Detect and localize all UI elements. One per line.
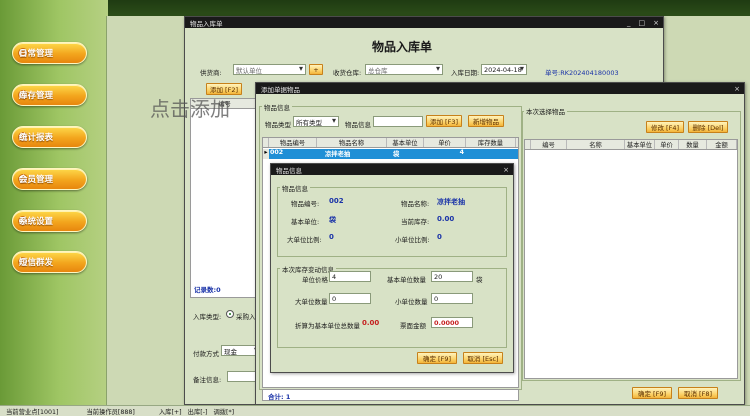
add-to-list-button[interactable]: 添加 [F3] xyxy=(426,115,462,127)
warehouse-select[interactable]: 总仓库 xyxy=(365,64,443,75)
amount-label: 票面金额 xyxy=(400,322,426,330)
status-adjust: 调拨[*] xyxy=(213,408,235,416)
supplier-label: 供货商: xyxy=(200,69,222,77)
item-total-bar xyxy=(262,389,519,401)
code-value: 002 xyxy=(329,197,344,205)
base-unit-suffix: 袋 xyxy=(476,276,483,284)
supplier-select[interactable]: 默认单位 xyxy=(233,64,306,75)
sidebar-item-inventory[interactable]: 库存管理 xyxy=(12,84,87,106)
record-count: 记录数:0 xyxy=(194,286,221,294)
dialog-cancel-button[interactable]: 取消 [Esc] xyxy=(463,352,503,364)
total-base-label: 折算为基本单位总数量 xyxy=(295,322,360,330)
price-input[interactable]: 4 xyxy=(329,271,371,282)
small-qty-input[interactable]: 0 xyxy=(431,293,473,304)
minimize-icon[interactable]: _ xyxy=(627,19,631,27)
sidebar-item-settings[interactable]: 系统设置 xyxy=(12,210,87,232)
maximize-icon[interactable]: □ xyxy=(639,19,646,27)
stock-in-grid[interactable]: 编号 xyxy=(190,98,260,298)
stock-label: 当前库存: xyxy=(401,218,430,226)
col-sel-name: 名称 xyxy=(567,140,625,149)
total-count: 合计: 1 xyxy=(268,393,291,401)
code-label: 物品编号: xyxy=(291,200,320,208)
warehouse-label: 收货仓库: xyxy=(333,69,362,77)
close-icon[interactable]: × xyxy=(734,85,740,93)
name-value: 凉拌老抽 xyxy=(437,198,465,206)
selected-items-grid[interactable]: 编号 名称 基本单位 单价 数量 金额 xyxy=(524,139,738,379)
radio-dot-icon xyxy=(229,313,231,315)
col-item-name: 物品名称 xyxy=(317,138,387,147)
stock-value: 0.00 xyxy=(437,215,455,223)
remark-label: 备注信息: xyxy=(193,376,222,384)
dialog-confirm-button[interactable]: 确定 [F9] xyxy=(417,352,457,364)
date-picker[interactable]: 2024-04-18 xyxy=(481,64,527,75)
big-qty-label: 大单位数量 xyxy=(295,298,328,306)
confirm-button[interactable]: 确定 [F9] xyxy=(632,387,672,399)
col-sel-code: 编号 xyxy=(531,140,567,149)
date-label: 入库日期: xyxy=(451,69,480,77)
supplier-add-button[interactable]: + xyxy=(309,64,323,75)
col-stock: 库存数量 xyxy=(466,138,516,147)
sidebar-item-reports[interactable]: 统计报表 xyxy=(12,126,87,148)
total-base-value: 0.00 xyxy=(362,319,380,327)
amount-input[interactable]: 0.0000 xyxy=(431,317,473,328)
stock-in-titlebar: 物品入库单 _ □ × xyxy=(185,17,663,28)
status-operator: 当前操作员[888] xyxy=(86,408,135,416)
add-item-titlebar: 添加单据物品 × xyxy=(256,83,744,94)
iteminfo-label: 物品信息 xyxy=(345,121,371,129)
status-out: 出库[-] xyxy=(187,408,208,416)
item-info-dialog: 物品信息 × 物品信息 物品编号: 002 物品名称: 凉拌老抽 基本单位: 袋… xyxy=(270,163,514,373)
base-qty-input[interactable]: 20 xyxy=(431,271,473,282)
selected-items-title: 本次选择物品 xyxy=(524,106,567,116)
small-ratio-value: 0 xyxy=(437,233,442,241)
big-ratio-value: 0 xyxy=(329,233,334,241)
close-icon[interactable]: × xyxy=(653,19,659,27)
dialog-change-title: 本次库存变动信息 xyxy=(280,264,336,274)
col-item-code: 物品编号 xyxy=(269,138,317,147)
purchase-radio-label: 采购入 xyxy=(236,313,256,321)
delete-selected-button[interactable]: 删除 [Del] xyxy=(688,121,728,133)
item-dialog-body: 物品信息 物品编号: 002 物品名称: 凉拌老抽 基本单位: 袋 当前库存: … xyxy=(271,175,513,372)
col-sel-unit: 基本单位 xyxy=(625,140,655,149)
col-sel-qty: 数量 xyxy=(679,140,707,149)
big-qty-input[interactable]: 0 xyxy=(329,293,371,304)
col-price: 单价 xyxy=(424,138,466,147)
new-item-button[interactable]: 新增物品 xyxy=(468,115,504,127)
payment-label: 付款方式 xyxy=(193,350,219,358)
status-in: 入库[+] xyxy=(158,408,182,416)
sidebar-item-sms[interactable]: 短信群发 xyxy=(12,251,87,273)
small-ratio-label: 小单位比例: xyxy=(395,236,430,244)
col-sel-amount: 金额 xyxy=(707,140,737,149)
small-qty-label: 小单位数量 xyxy=(395,298,428,306)
item-dialog-titlebar: 物品信息 × xyxy=(271,164,513,175)
dialog-info-title: 物品信息 xyxy=(280,183,310,193)
col-unit: 基本单位 xyxy=(387,138,424,147)
category-select[interactable]: 所有类型 xyxy=(293,116,339,127)
sidebar-item-members[interactable]: 会员管理 xyxy=(12,168,87,190)
click-to-add-hint: 点击添加 xyxy=(150,97,230,121)
price-label: 单位价格 xyxy=(302,276,328,284)
big-ratio-label: 大单位比例: xyxy=(287,236,322,244)
col-sel-price: 单价 xyxy=(655,140,679,149)
order-number: 单号:RK202404180003 xyxy=(545,69,619,77)
iteminfo-input[interactable] xyxy=(373,116,423,127)
name-label: 物品名称: xyxy=(401,200,430,208)
close-icon[interactable]: × xyxy=(503,166,509,174)
category-label: 物品类型 xyxy=(265,121,291,129)
sidebar-item-daily[interactable]: 日常管理 xyxy=(12,42,87,64)
edit-selected-button[interactable]: 修改 [F4] xyxy=(646,121,684,133)
cancel-button[interactable]: 取消 [F8] xyxy=(678,387,718,399)
item-info-title: 物品信息 xyxy=(262,102,292,112)
stock-in-type-label: 入库类型: xyxy=(193,313,222,321)
status-bar: 当前营业点[1001] 当前操作员[888] 入库[+] 出库[-] 调拨[*] xyxy=(0,405,750,416)
table-row[interactable]: ▸ 002 凉拌老抽 袋 4 xyxy=(263,149,518,159)
unit-value: 袋 xyxy=(329,216,336,224)
status-store: 当前营业点[1001] xyxy=(6,408,59,416)
purchase-radio[interactable] xyxy=(226,310,234,318)
stock-in-heading: 物品入库单 xyxy=(372,40,433,54)
base-qty-label: 基本单位数量 xyxy=(387,276,426,284)
unit-label: 基本单位: xyxy=(291,218,320,226)
